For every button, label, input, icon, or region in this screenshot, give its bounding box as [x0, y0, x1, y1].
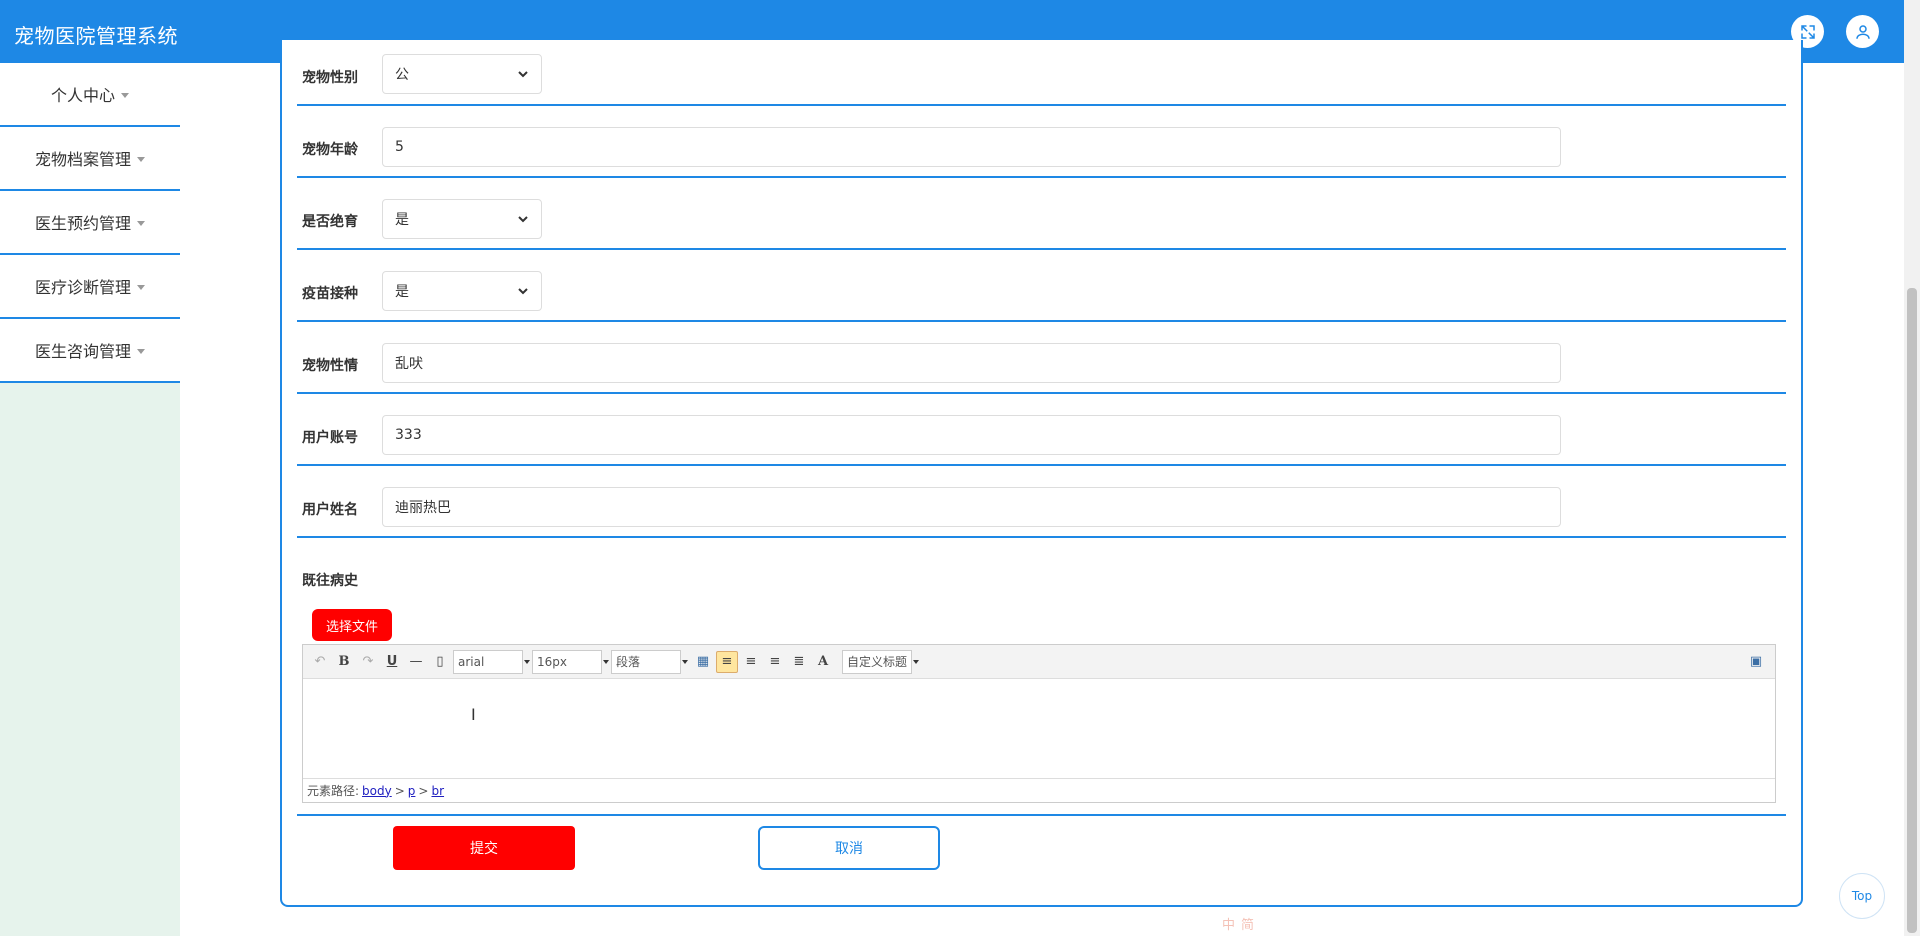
caret-down-icon	[137, 156, 145, 162]
path-label: 元素路径:	[307, 784, 360, 798]
caret-down-icon	[137, 284, 145, 290]
sidebar-item-label: 医疗诊断管理	[34, 278, 131, 297]
select-value: arial	[458, 654, 485, 669]
underline-icon[interactable]: U	[381, 651, 403, 673]
insert-table-icon[interactable]: ▦	[692, 651, 714, 673]
select-value: 公	[395, 67, 409, 83]
input-value: 迪丽热巴	[395, 500, 451, 516]
dropdown-arrow-icon	[603, 659, 609, 664]
chevron-down-icon	[518, 71, 528, 78]
scrollbar-thumb[interactable]	[1907, 288, 1917, 933]
align-justify-icon[interactable]: ≣	[788, 651, 810, 673]
caret-down-icon	[137, 348, 145, 354]
form-row-vaccinated: 疫苗接种 是	[297, 250, 1786, 322]
undo-icon[interactable]: ↶	[309, 651, 331, 673]
sidebar-item-label: 医生预约管理	[34, 214, 131, 233]
align-right-icon[interactable]: ≡	[740, 651, 762, 673]
input-value: 乱吠	[395, 356, 423, 372]
form-row-user-name: 用户姓名 迪丽热巴	[297, 466, 1786, 538]
bold-icon[interactable]: B	[333, 651, 355, 673]
vertical-scrollbar[interactable]	[1904, 0, 1920, 936]
field-label: 是否绝育	[302, 214, 358, 230]
field-label: 宠物性情	[302, 358, 358, 374]
form-row-temperament: 宠物性情 乱吠	[297, 322, 1786, 394]
chevron-down-icon	[518, 216, 528, 223]
app-title: 宠物医院管理系统	[14, 24, 178, 48]
neutered-select[interactable]: 是	[382, 199, 542, 239]
font-color-icon[interactable]: A	[812, 651, 834, 673]
select-value: 是	[395, 284, 409, 300]
editor-element-path: 元素路径: body > p > br	[303, 778, 1775, 802]
sidebar-item-personal-center[interactable]: 个人中心	[0, 63, 180, 127]
cancel-button[interactable]: 取消	[758, 826, 940, 870]
caret-down-icon	[121, 92, 129, 98]
pet-age-input[interactable]: 5	[382, 127, 1561, 167]
choose-file-button[interactable]: 选择文件	[312, 609, 392, 641]
back-to-top-button[interactable]: Top	[1839, 873, 1885, 919]
field-label: 宠物性别	[302, 70, 358, 86]
select-value: 是	[395, 212, 409, 228]
form-row-user-account: 用户账号 333	[297, 394, 1786, 466]
sidebar-item-doctor-consultation[interactable]: 医生咨询管理	[0, 319, 180, 383]
sidebar-item-label: 医生咨询管理	[34, 342, 131, 361]
fullscreen-editor-icon[interactable]: ▣	[1745, 651, 1767, 673]
pet-gender-select[interactable]: 公	[382, 54, 542, 94]
ime-toolbar: 中 简	[1222, 914, 1255, 933]
select-value: 自定义标题	[847, 655, 907, 669]
user-account-input[interactable]: 333	[382, 415, 1561, 455]
fullscreen-icon	[1800, 24, 1815, 39]
caret-down-icon	[137, 220, 145, 226]
dropdown-arrow-icon	[682, 659, 688, 664]
path-link-body[interactable]: body	[362, 784, 392, 798]
sidebar-item-pet-records[interactable]: 宠物档案管理	[0, 127, 180, 191]
select-value: 段落	[616, 655, 641, 669]
form-row-pet-gender: 宠物性别 公	[297, 40, 1786, 106]
align-center-icon[interactable]: ≡	[764, 651, 786, 673]
ime-chinese-indicator: 中	[1222, 917, 1236, 933]
sidebar-item-label: 宠物档案管理	[34, 150, 131, 169]
temperament-input[interactable]: 乱吠	[382, 343, 1561, 383]
vaccinated-select[interactable]: 是	[382, 271, 542, 311]
field-label: 疫苗接种	[302, 286, 358, 302]
field-label: 既往病史	[302, 573, 358, 589]
redo-icon[interactable]: ↷	[357, 651, 379, 673]
user-avatar-button[interactable]	[1846, 15, 1879, 48]
path-link-p[interactable]: p	[408, 784, 416, 798]
font-family-select[interactable]: arial	[453, 649, 530, 674]
path-link-br[interactable]: br	[431, 784, 444, 798]
input-value: 333	[395, 427, 422, 443]
editor-toolbar: ↶ B ↷ U — ▯ arial 16px 段落 ▦ ≡ ≡ ≡ ≣ A 自定…	[303, 645, 1775, 679]
ime-simplified-indicator: 简	[1241, 917, 1255, 933]
rich-text-editor: ↶ B ↷ U — ▯ arial 16px 段落 ▦ ≡ ≡ ≡ ≣ A 自定…	[302, 644, 1776, 803]
sidebar-item-label: 个人中心	[50, 86, 115, 105]
align-left-icon[interactable]: ≡	[716, 650, 738, 673]
form-row-pet-age: 宠物年龄 5	[297, 106, 1786, 178]
chevron-down-icon	[518, 288, 528, 295]
submit-button[interactable]: 提交	[393, 826, 575, 870]
dropdown-arrow-icon	[524, 659, 530, 664]
user-icon	[1855, 24, 1870, 39]
editor-content-area[interactable]: I	[303, 679, 1775, 779]
field-label: 用户账号	[302, 430, 358, 446]
paste-plain-icon[interactable]: ▯	[429, 651, 451, 673]
form-row-neutered: 是否绝育 是	[297, 178, 1786, 250]
horizontal-rule-icon[interactable]: —	[405, 651, 427, 673]
sidebar: 个人中心 宠物档案管理 医生预约管理 医疗诊断管理 医生咨询管理	[0, 63, 180, 936]
custom-title-select[interactable]: 自定义标题	[842, 649, 919, 674]
text-cursor-icon: I	[471, 705, 476, 724]
paragraph-format-select[interactable]: 段落	[611, 649, 688, 674]
select-value: 16px	[537, 654, 567, 669]
sidebar-item-diagnosis[interactable]: 医疗诊断管理	[0, 255, 180, 319]
user-name-input[interactable]: 迪丽热巴	[382, 487, 1561, 527]
field-label: 宠物年龄	[302, 142, 358, 158]
dropdown-arrow-icon	[913, 659, 919, 664]
input-value: 5	[395, 139, 404, 155]
sidebar-menu: 个人中心 宠物档案管理 医生预约管理 医疗诊断管理 医生咨询管理	[0, 63, 180, 383]
font-size-select[interactable]: 16px	[532, 649, 609, 674]
field-label: 用户姓名	[302, 502, 358, 518]
sidebar-item-doctor-appointments[interactable]: 医生预约管理	[0, 191, 180, 255]
